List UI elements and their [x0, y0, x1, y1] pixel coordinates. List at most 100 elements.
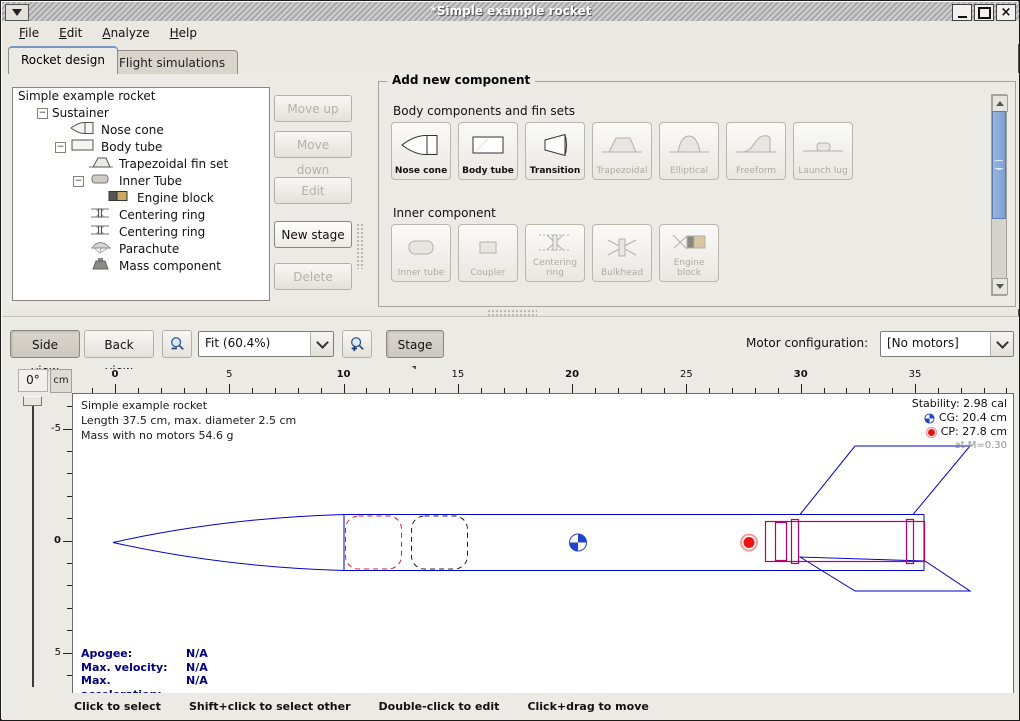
tree-item-label: Sustainer: [52, 105, 109, 122]
tree-item-centering-ring[interactable]: Centering ring: [13, 207, 269, 224]
button-label: Delete: [293, 270, 332, 284]
vertical-ruler: -505: [50, 393, 72, 693]
menu-analyze[interactable]: Analyze: [93, 24, 158, 42]
tree-item-inner-tube[interactable]: −Inner Tube: [13, 173, 269, 190]
scrollbar-thumb[interactable]: [992, 111, 1006, 219]
add-nose-cone-button[interactable]: Nose cone: [391, 122, 451, 180]
rocket-figure-canvas[interactable]: Simple example rocketLength 37.5 cm, max…: [72, 393, 1014, 694]
ruler-tick: [344, 384, 345, 393]
zoom-level-combo[interactable]: Fit (60.4%): [198, 331, 334, 357]
add-trapezoidal-button[interactable]: Trapezoidal: [592, 122, 652, 180]
menu-help[interactable]: Help: [161, 24, 206, 42]
component-button-label: Freeform: [736, 166, 776, 176]
stability-info: Stability: 2.98 cal CG: 20.4 cm CP: 27.8…: [912, 397, 1007, 453]
add-engine-block-button[interactable]: Engineblock: [659, 224, 719, 282]
application-window: *Simple example rocket × FileEditAnalyze…: [0, 0, 1020, 721]
vertical-splitter-handle[interactable]: [356, 223, 363, 269]
tree-item-label: Parachute: [119, 241, 179, 258]
ruler-label: 5: [226, 369, 232, 380]
tree-expander-icon[interactable]: −: [37, 108, 48, 119]
minimize-button[interactable]: [952, 4, 972, 21]
menu-edit[interactable]: Edit: [50, 24, 91, 42]
zoom-out-button[interactable]: [162, 330, 192, 358]
delete-button[interactable]: Delete: [274, 263, 352, 290]
menu-file[interactable]: File: [10, 24, 48, 42]
ruler-label: 30: [794, 369, 808, 380]
close-button[interactable]: ×: [996, 4, 1016, 21]
zoom-level-value: Fit (60.4%): [205, 336, 270, 350]
ruler-tick: [63, 653, 72, 654]
scrollbar-down-button[interactable]: [992, 278, 1008, 295]
component-button-label: Launch lug: [798, 166, 847, 176]
edit-button[interactable]: Edit: [274, 177, 352, 204]
ruler-label: 0: [54, 534, 61, 545]
inner-component-group-label: Inner component: [393, 206, 496, 220]
rotation-slider-track[interactable]: [32, 397, 34, 687]
tab-row: Rocket design Flight simulations: [2, 45, 1020, 74]
maximize-button[interactable]: [974, 4, 994, 21]
tree-item-centering-ring[interactable]: Centering ring: [13, 224, 269, 241]
centering-ring-icon: [533, 225, 577, 258]
scrollbar-up-button[interactable]: [992, 95, 1008, 112]
tree-item-sustainer[interactable]: −Sustainer: [13, 105, 269, 122]
inner-tube-assembly: [766, 520, 925, 564]
inner-tube-icon: [399, 225, 443, 268]
inner-tube-shape: [766, 522, 925, 562]
move-up-button[interactable]: Move up: [274, 95, 352, 122]
component-tree[interactable]: Simple example rocket−SustainerNose cone…: [12, 87, 270, 301]
rocket-info-line: Mass with no motors 54.6 g: [81, 428, 296, 443]
button-label: Move up: [287, 102, 338, 116]
component-button-label: Engineblock: [674, 258, 705, 278]
component-button-label: Body tube: [462, 166, 514, 176]
add-body-tube-button[interactable]: Body tube: [458, 122, 518, 180]
ruler-unit-label: cm: [50, 369, 72, 393]
flight-info-value: N/A: [186, 661, 208, 675]
tree-expander-icon[interactable]: −: [73, 176, 84, 187]
tab-rocket-design[interactable]: Rocket design: [8, 46, 118, 74]
fin-freeform-icon: [734, 123, 778, 166]
rocket-info-line: Length 37.5 cm, max. diameter 2.5 cm: [81, 413, 296, 428]
tab-flight-simulations[interactable]: Flight simulations: [106, 50, 238, 74]
tree-expander-icon[interactable]: −: [55, 142, 66, 153]
add-centering-ring-button[interactable]: Centeringring: [525, 224, 585, 282]
tree-item-mass-component[interactable]: Mass component: [13, 258, 269, 275]
back-view-button[interactable]: Back view: [84, 330, 154, 358]
combo-dropdown-button[interactable]: [310, 332, 333, 356]
tree-item-label: Mass component: [119, 258, 221, 275]
rocket-info-line: Simple example rocket: [81, 398, 296, 413]
flight-info-row: Max. velocity:N/A: [81, 661, 208, 675]
tree-item-engine-block[interactable]: Engine block: [13, 190, 269, 207]
horizontal-splitter-handle[interactable]: [487, 309, 537, 316]
tree-item-parachute[interactable]: Parachute: [13, 241, 269, 258]
ruler-tick: [915, 384, 916, 393]
component-button-label: Elliptical: [670, 166, 708, 176]
add-bulkhead-button[interactable]: Bulkhead: [592, 224, 652, 282]
zoom-in-button[interactable]: [342, 330, 372, 358]
component-panel-scrollbar[interactable]: [991, 94, 1007, 296]
add-elliptical-button[interactable]: Elliptical: [659, 122, 719, 180]
component-button-label: Coupler: [471, 268, 506, 278]
move-down-button[interactable]: Move down: [274, 131, 352, 158]
combo-dropdown-button[interactable]: [990, 332, 1013, 356]
ruler-tick: [229, 384, 230, 393]
close-icon: ×: [1001, 6, 1012, 19]
tree-item-nose-cone[interactable]: Nose cone: [13, 122, 269, 139]
ruler-tick: [686, 384, 687, 393]
tree-item-trapezoidal-fin-set[interactable]: Trapezoidal fin set: [13, 156, 269, 173]
add-freeform-button[interactable]: Freeform: [726, 122, 786, 180]
horizontal-ruler: 05101520253035: [72, 369, 1014, 393]
rotation-slider-handle[interactable]: [23, 396, 42, 406]
add-inner-tube-button[interactable]: Inner tube: [391, 224, 451, 282]
tree-item-body-tube[interactable]: −Body tube: [13, 139, 269, 156]
add-coupler-button[interactable]: Coupler: [458, 224, 518, 282]
status-hint: Shift+click to select other: [189, 700, 351, 713]
side-view-button[interactable]: Side view: [10, 330, 80, 358]
stage-1-toggle[interactable]: Stage 1: [386, 330, 444, 358]
add-transition-button[interactable]: Transition: [525, 122, 585, 180]
motor-configuration-combo[interactable]: [No motors]: [880, 331, 1014, 357]
component-button-label: Inner tube: [398, 268, 445, 278]
tree-item-simple-example-rocket[interactable]: Simple example rocket: [13, 88, 269, 105]
add-launch-lug-button[interactable]: Launch lug: [793, 122, 853, 180]
magnifier-minus-icon: [169, 335, 185, 353]
new-stage-button[interactable]: New stage: [274, 221, 352, 248]
